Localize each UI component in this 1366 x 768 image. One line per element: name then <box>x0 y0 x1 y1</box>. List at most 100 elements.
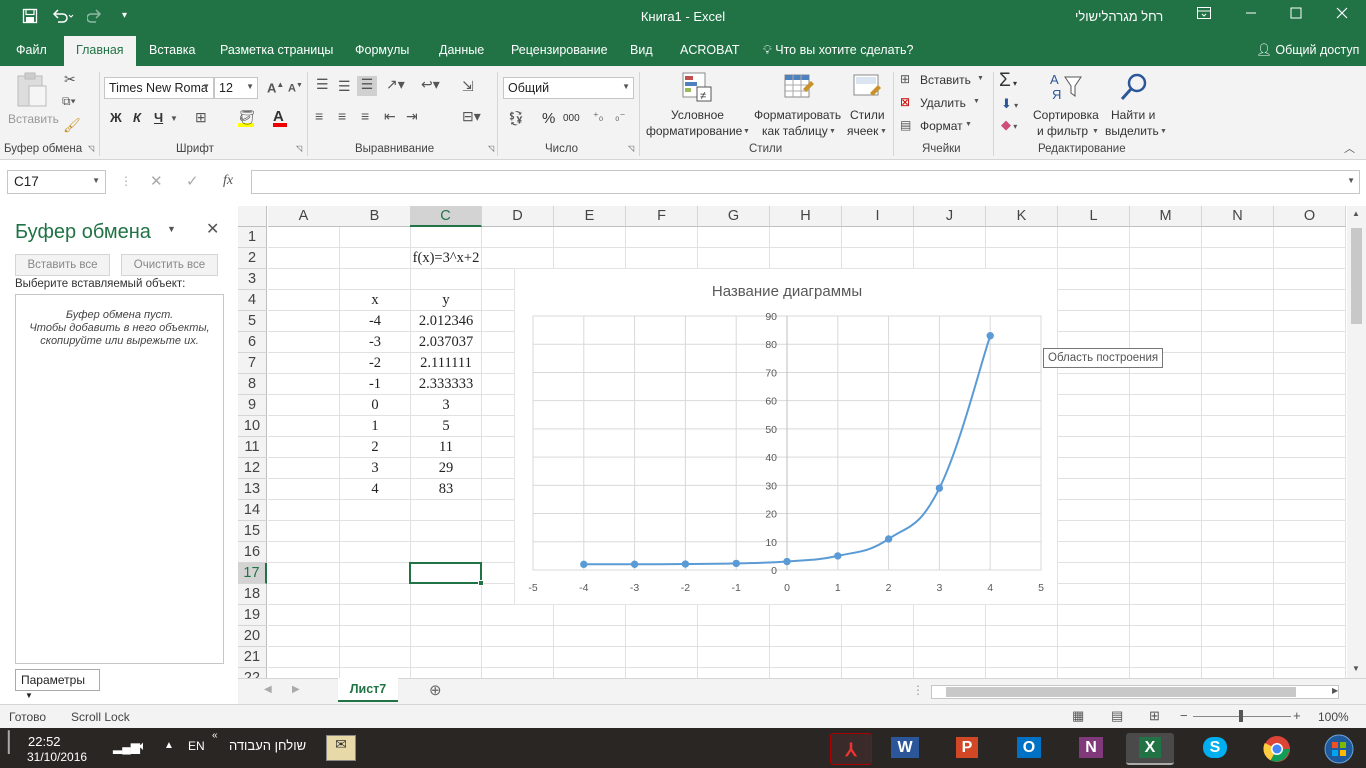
fill-handle[interactable] <box>478 580 484 586</box>
clear-icon[interactable]: ◆ ▾ <box>1001 117 1017 133</box>
delete-cells-button[interactable]: ⊠ Удалить ▼ <box>900 95 988 113</box>
paste-all-button[interactable]: Вставить все <box>15 254 110 276</box>
zoom-level[interactable]: 100% <box>1318 710 1349 724</box>
row-header-6[interactable]: 6 <box>238 332 267 353</box>
cell-c8[interactable]: 2.333333 <box>410 374 482 395</box>
enter-icon[interactable]: ✓ <box>186 172 199 190</box>
paste-button[interactable]: Вставить <box>6 72 59 132</box>
increase-indent-icon[interactable]: ⇥ <box>406 108 418 125</box>
row-header-8[interactable]: 8 <box>238 374 267 395</box>
decrease-decimal-icon[interactable]: ₀⁻ <box>615 110 625 123</box>
tab-view[interactable]: Вид <box>630 43 653 57</box>
cell-c11[interactable]: 11 <box>410 437 482 458</box>
insert-function-button[interactable]: fx <box>223 173 233 189</box>
cell-b10[interactable]: 1 <box>339 416 411 437</box>
tell-me-box[interactable]: 💡︎ Что вы хотите сделать? <box>763 43 913 58</box>
row-header-3[interactable]: 3 <box>238 269 267 290</box>
tray-expand-icon[interactable]: ▲ <box>164 740 174 751</box>
close-pane-icon[interactable]: ✕ <box>206 219 219 239</box>
taskbar-acrobat-icon[interactable]: ⅄ <box>830 733 872 765</box>
row-header-13[interactable]: 13 <box>238 479 267 500</box>
column-header-l[interactable]: L <box>1058 206 1130 227</box>
merge-center-icon[interactable]: ⊟▾ <box>462 108 481 125</box>
taskbar-word-icon[interactable]: W <box>884 733 926 765</box>
wrap-text-icon[interactable]: ↩▾ <box>421 76 440 93</box>
italic-button[interactable]: К <box>133 110 141 125</box>
increase-decimal-icon[interactable]: ⁺₀ <box>593 110 603 123</box>
column-header-a[interactable]: A <box>268 206 340 227</box>
row-header-19[interactable]: 19 <box>238 605 267 626</box>
row-header-1[interactable]: 1 <box>238 227 267 248</box>
tab-acrobat[interactable]: ACROBAT <box>680 43 740 57</box>
column-header-f[interactable]: F <box>626 206 698 227</box>
taskbar-powerpoint-icon[interactable]: P <box>946 733 988 765</box>
format-painter-icon[interactable]: 🖌︎ <box>63 117 81 134</box>
tab-review[interactable]: Рецензирование <box>511 43 608 57</box>
cut-icon[interactable]: ✂ <box>64 71 76 88</box>
column-header-n[interactable]: N <box>1202 206 1274 227</box>
cell-c6[interactable]: 2.037037 <box>410 332 482 353</box>
decrease-font-icon[interactable]: A▼ <box>288 82 303 95</box>
pane-options-icon[interactable]: ▼ <box>167 224 176 234</box>
desktop-toolbar-chevron-icon[interactable]: « <box>212 730 218 741</box>
tab-page-layout[interactable]: Разметка страницы <box>220 43 333 57</box>
clipboard-launcher-icon[interactable]: ◹ <box>88 144 94 153</box>
zoom-slider-thumb[interactable] <box>1239 710 1243 722</box>
vertical-scrollbar[interactable]: ▲ ▼ <box>1347 206 1366 678</box>
column-header-b[interactable]: B <box>339 206 411 227</box>
row-header-17[interactable]: 17 <box>238 563 267 584</box>
taskbar-excel-icon[interactable]: X <box>1126 733 1174 765</box>
tab-formulas[interactable]: Формулы <box>355 43 409 57</box>
chart[interactable]: Название диаграммы 0 10 20 30 40 50 60 70 80 90 -5… <box>514 268 1058 605</box>
row-header-2[interactable]: 2 <box>238 248 267 269</box>
column-header-o[interactable]: O <box>1274 206 1346 227</box>
cell-c5[interactable]: 2.012346 <box>410 311 482 332</box>
tab-insert[interactable]: Вставка <box>149 43 195 57</box>
column-header-h[interactable]: H <box>770 206 842 227</box>
decrease-indent-icon[interactable]: ⇤ <box>384 108 396 125</box>
taskbar-chrome-icon[interactable] <box>1256 733 1298 765</box>
thousands-button[interactable]: 000 <box>563 113 580 124</box>
conditional-formatting-button[interactable]: ≠ Условное форматирование ▼ <box>645 71 750 141</box>
align-center-icon[interactable]: ≡ <box>338 108 346 124</box>
tab-data[interactable]: Данные <box>439 43 484 57</box>
cell-c9[interactable]: 3 <box>410 395 482 416</box>
next-sheet-icon[interactable]: ▶ <box>292 684 300 695</box>
row-header-16[interactable]: 16 <box>238 542 267 563</box>
add-sheet-icon[interactable]: ⊕ <box>429 681 442 699</box>
cell-c7[interactable]: 2.111111 <box>410 353 482 374</box>
formula-input[interactable]: ▼ <box>251 170 1360 194</box>
bold-button[interactable]: Ж <box>110 110 122 125</box>
scroll-down-icon[interactable]: ▼ <box>1352 664 1360 673</box>
format-cells-button[interactable]: ▤ Формат ▼ <box>900 118 988 136</box>
selected-cell-outline[interactable] <box>409 562 484 586</box>
cell-b7[interactable]: -2 <box>339 353 411 374</box>
options-button[interactable]: Параметры ▼ <box>15 669 100 700</box>
normal-view-icon[interactable]: ▦ <box>1072 708 1084 724</box>
column-header-g[interactable]: G <box>698 206 770 227</box>
share-button[interactable]: 👤︎ Общий доступ <box>1256 43 1359 58</box>
cell-b5[interactable]: -4 <box>339 311 411 332</box>
find-select-button[interactable]: Найти и выделить ▼ <box>1104 71 1168 141</box>
column-header-e[interactable]: E <box>554 206 626 227</box>
chevron-down-icon[interactable]: ▼ <box>170 114 178 123</box>
align-bottom-icon[interactable]: ☰ <box>357 76 377 96</box>
windows-start-icon[interactable] <box>1318 733 1360 765</box>
row-header-15[interactable]: 15 <box>238 521 267 542</box>
cell-c12[interactable]: 29 <box>410 458 482 479</box>
cell-c4[interactable]: y <box>410 290 482 311</box>
clear-all-button[interactable]: Очистить все <box>121 254 218 276</box>
name-box[interactable]: C17 ▼ <box>7 170 106 194</box>
cell-styles-button[interactable]: Стили ячеек ▼ <box>846 71 890 141</box>
split-handle-icon[interactable]: ⋮ <box>912 683 924 697</box>
font-launcher-icon[interactable]: ◹ <box>296 144 302 153</box>
scroll-up-icon[interactable]: ▲ <box>1352 209 1360 218</box>
taskbar-outlook-icon[interactable]: O <box>1008 733 1050 765</box>
row-header-18[interactable]: 18 <box>238 584 267 605</box>
volume-icon[interactable]: 🔈︎ <box>139 738 147 754</box>
cell-b11[interactable]: 2 <box>339 437 411 458</box>
row-header-12[interactable]: 12 <box>238 458 267 479</box>
sheet-tab[interactable]: Лист7 <box>338 678 398 702</box>
zoom-slider[interactable] <box>1193 710 1291 722</box>
orientation-icon[interactable]: ↗▾ <box>386 76 405 93</box>
